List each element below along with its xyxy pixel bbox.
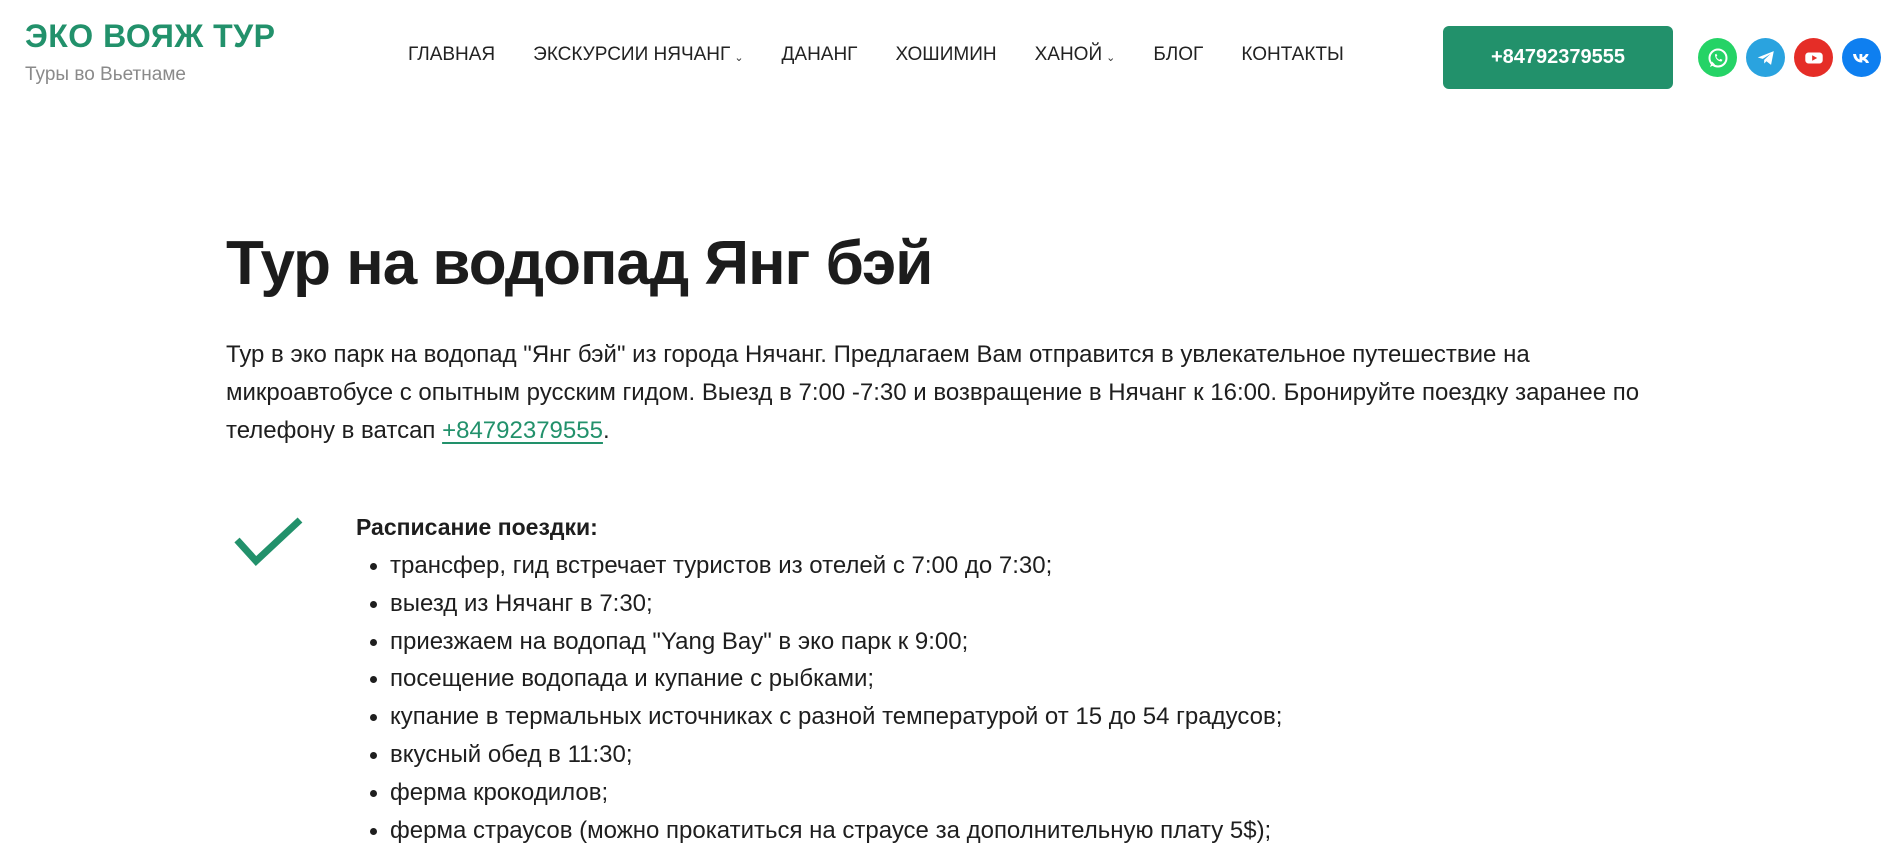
phone-call-button[interactable]: +84792379555 bbox=[1443, 26, 1673, 89]
schedule-title: Расписание поездки: bbox=[356, 514, 598, 540]
chevron-down-icon: ⌄ bbox=[734, 51, 744, 64]
list-item: ферма страусов (можно прокатиться на стр… bbox=[390, 812, 1282, 850]
list-item: купание в термальных источниках с разной… bbox=[390, 698, 1282, 736]
social-links bbox=[1698, 38, 1881, 77]
schedule-list: трансфер, гид встречает туристов из отел… bbox=[356, 547, 1282, 849]
nav-item-hanoi[interactable]: ХАНОЙ ⌄ bbox=[1035, 44, 1116, 66]
nav-item-blog[interactable]: БЛОГ bbox=[1153, 44, 1203, 66]
site-tagline: Туры во Вьетнаме bbox=[25, 64, 186, 85]
intro-text: Тур в эко парк на водопад "Янг бэй" из г… bbox=[226, 341, 1640, 445]
list-item: трансфер, гид встречает туристов из отел… bbox=[390, 547, 1282, 585]
list-item: посещение водопада и купание с рыбками; bbox=[390, 660, 1282, 698]
telegram-icon[interactable] bbox=[1746, 38, 1785, 77]
nav-item-danang[interactable]: ДАНАНГ bbox=[782, 44, 858, 66]
vk-icon[interactable] bbox=[1842, 38, 1881, 77]
list-item: вкусный обед в 11:30; bbox=[390, 736, 1282, 774]
nav-item-hochiminh[interactable]: ХОШИМИН bbox=[895, 44, 996, 66]
main-nav: ГЛАВНАЯ ЭКСКУРСИИ НЯЧАНГ ⌄ ДАНАНГ ХОШИМИН… bbox=[408, 44, 1382, 66]
chevron-down-icon: ⌄ bbox=[1106, 51, 1116, 64]
whatsapp-phone-link[interactable]: +84792379555 bbox=[442, 417, 603, 444]
nav-item-excursions-nhatrang[interactable]: ЭКСКУРСИИ НЯЧАНГ ⌄ bbox=[533, 44, 743, 66]
whatsapp-icon[interactable] bbox=[1698, 38, 1737, 77]
list-item: приезжаем на водопад "Yang Bay" в эко па… bbox=[390, 623, 1282, 661]
list-item: выезд из Нячанг в 7:30; bbox=[390, 585, 1282, 623]
main-content: Тур на водопад Янг бэй Тур в эко парк на… bbox=[226, 229, 1686, 843]
nav-item-home[interactable]: ГЛАВНАЯ bbox=[408, 44, 495, 66]
list-item: ферма крокодилов; bbox=[390, 774, 1282, 812]
site-logo[interactable]: ЭКО ВОЯЖ ТУР bbox=[25, 18, 275, 55]
nav-item-contacts[interactable]: КОНТАКТЫ bbox=[1241, 44, 1344, 66]
site-header: ЭКО ВОЯЖ ТУР Туры во Вьетнаме ГЛАВНАЯ ЭК… bbox=[0, 0, 1887, 120]
intro-end: . bbox=[602, 417, 610, 445]
youtube-icon[interactable] bbox=[1794, 38, 1833, 77]
tour-intro: Тур в эко парк на водопад "Янг бэй" из г… bbox=[226, 336, 1686, 450]
checkmark-icon bbox=[234, 514, 304, 575]
page-title: Тур на водопад Янг бэй bbox=[226, 229, 933, 298]
